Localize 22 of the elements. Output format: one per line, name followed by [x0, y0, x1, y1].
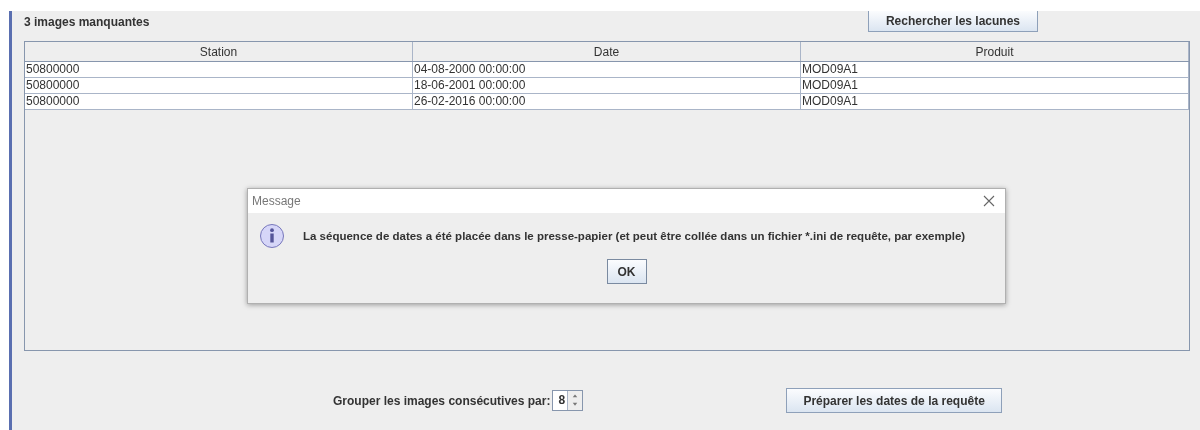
- ok-button[interactable]: OK: [606, 259, 647, 284]
- group-label: Grouper les images consécutives par:: [333, 393, 551, 408]
- table-cell: 50800000: [25, 78, 413, 93]
- prepare-dates-button[interactable]: Préparer les dates de la requête: [786, 388, 1003, 413]
- close-icon[interactable]: [983, 195, 995, 207]
- column-header[interactable]: Date: [413, 42, 801, 61]
- table-cell: MOD09A1: [801, 94, 1189, 109]
- table-cell: MOD09A1: [801, 62, 1189, 77]
- table-cell: 18-06-2001 00:00:00: [413, 78, 801, 93]
- table-cell: MOD09A1: [801, 78, 1189, 93]
- panel-title: 3 images manquantes: [24, 15, 150, 29]
- table-cell: 50800000: [25, 94, 413, 109]
- search-gaps-button[interactable]: Rechercher les lacunes: [868, 11, 1038, 32]
- number-spinner[interactable]: 8: [552, 390, 584, 411]
- column-header[interactable]: Produit: [801, 42, 1189, 61]
- table-cell: 26-02-2016 00:00:00: [413, 94, 801, 109]
- info-icon: [259, 223, 285, 249]
- dialog-title: Message: [252, 194, 301, 208]
- table-cell: 50800000: [25, 62, 413, 77]
- dialog-message: La séquence de dates a été placée dans le presse-papier (et peut être collée dans un fichier *.ini de requête, par exemple): [303, 230, 966, 242]
- column-header[interactable]: Station: [25, 42, 413, 61]
- table-cell: 04-08-2000 00:00:00: [413, 62, 801, 77]
